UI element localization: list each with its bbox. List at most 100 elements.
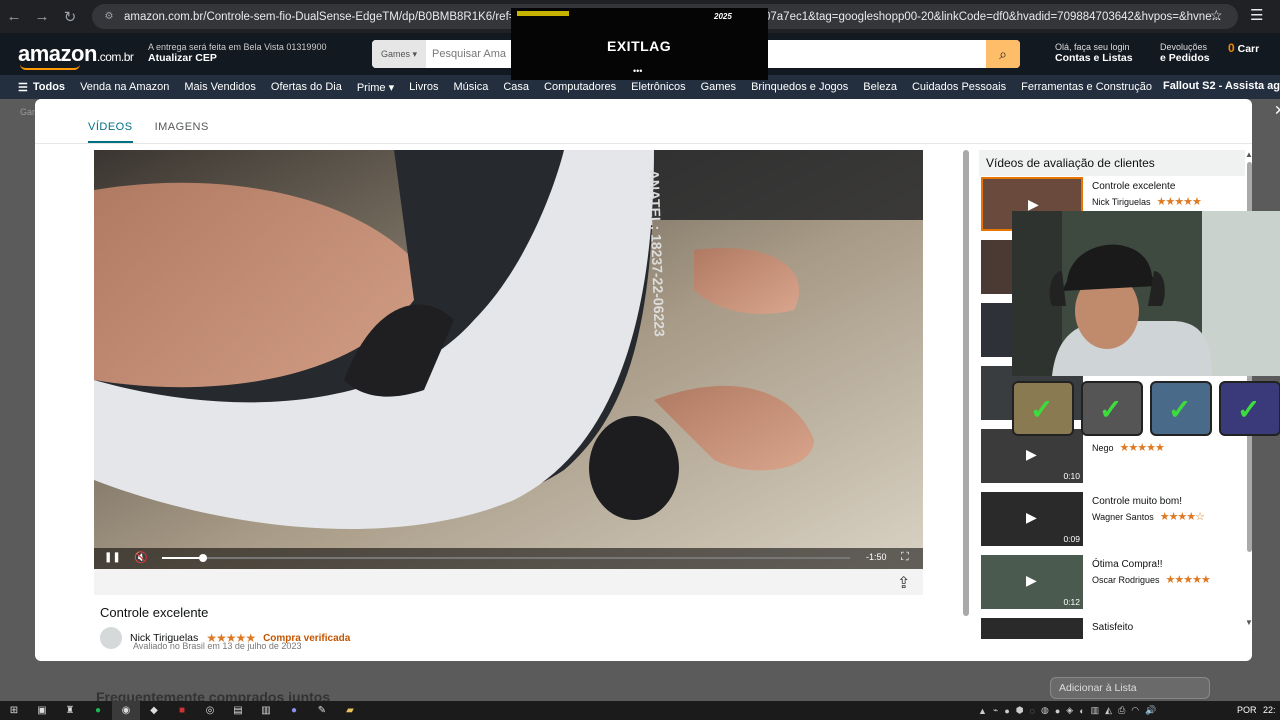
video-thumbnail[interactable]: ▶ 0:12 bbox=[981, 555, 1083, 609]
video-frame: ANATEL: 18237-22-06223 bbox=[94, 150, 923, 569]
nav-item[interactable]: Computadores bbox=[544, 81, 616, 93]
video-title[interactable]: Ótima Compra!! bbox=[1092, 559, 1163, 570]
tray-icon[interactable]: ⌁ bbox=[993, 705, 998, 716]
video-player[interactable]: ANATEL: 18237-22-06223 ❚❚ 🔇 -1:50 ⛶ bbox=[94, 150, 923, 569]
tray-icon[interactable]: ◌ bbox=[1030, 706, 1035, 716]
video-thumbnail[interactable]: ▶ 0:09 bbox=[981, 492, 1083, 546]
video-thumbnail[interactable] bbox=[981, 618, 1083, 639]
scroll-down-icon[interactable]: ▼ bbox=[1245, 618, 1252, 627]
video-list-item[interactable]: ▶ 0:09 Controle muito bom! Wagner Santos… bbox=[981, 492, 1243, 548]
video-thumbnail[interactable]: ▶ 0:10 bbox=[981, 429, 1083, 483]
fullscreen-icon[interactable]: ⛶ bbox=[901, 551, 909, 564]
chrome-icon[interactable]: ◉ bbox=[112, 701, 140, 720]
tray-icon[interactable]: ● bbox=[1055, 706, 1060, 716]
app-icon[interactable]: ✎ bbox=[308, 701, 336, 720]
video-stars: ★★★★★ bbox=[1165, 574, 1211, 586]
app-icon[interactable]: ▤ bbox=[224, 701, 252, 720]
video-list-item[interactable]: Satisfeito bbox=[981, 618, 1243, 639]
nav-item[interactable]: Cuidados Pessoais bbox=[912, 81, 1006, 93]
forward-icon[interactable]: → bbox=[28, 3, 56, 31]
video-duration: 0:10 bbox=[1063, 471, 1080, 481]
tray-icon[interactable]: ⎙ bbox=[1118, 705, 1125, 716]
progress-knob[interactable] bbox=[199, 554, 208, 562]
account-lists[interactable]: Olá, faça seu login Contas e Listas bbox=[1055, 42, 1133, 64]
folder-icon[interactable]: ▰ bbox=[336, 701, 364, 720]
folder-icon[interactable]: ▣ bbox=[28, 701, 56, 720]
player-scrollbar[interactable] bbox=[963, 150, 969, 616]
video-title[interactable]: Controle muito bom! bbox=[1092, 496, 1182, 507]
app-icon[interactable]: ◆ bbox=[140, 701, 168, 720]
video-list-item[interactable]: ▶ 0:12 Ótima Compra!! Oscar Rodrigues ★★… bbox=[981, 555, 1243, 611]
reading-list-icon[interactable]: ☰ bbox=[1250, 6, 1263, 24]
progress-bar[interactable] bbox=[162, 554, 850, 562]
tray-icon[interactable]: ● bbox=[1004, 706, 1009, 716]
nav-item[interactable]: Ferramentas e Construção bbox=[1021, 81, 1152, 93]
bookmark-star-icon[interactable]: ☆ bbox=[1210, 7, 1223, 24]
clock[interactable]: 22: bbox=[1263, 705, 1276, 715]
start-icon[interactable]: ⊞ bbox=[0, 701, 28, 720]
wifi-icon[interactable]: ◠ bbox=[1131, 705, 1139, 716]
media-modal: VÍDEOS IMAGENS ANATEL: 18237-22-06223 ❚❚… bbox=[35, 99, 1252, 661]
app-icon[interactable]: ♜ bbox=[56, 701, 84, 720]
video-title[interactable]: Satisfeito bbox=[1092, 622, 1133, 633]
tray-icon[interactable]: ⬢ bbox=[1016, 705, 1024, 716]
returns-orders[interactable]: Devoluções e Pedidos bbox=[1160, 42, 1210, 64]
nav-item[interactable]: Casa bbox=[503, 81, 529, 93]
sidebar-heading: Vídeos de avaliação de clientes bbox=[979, 150, 1245, 176]
checkmark-icon: ✓ bbox=[1237, 394, 1261, 425]
back-icon[interactable]: ← bbox=[0, 3, 28, 31]
tab-videos[interactable]: VÍDEOS bbox=[88, 99, 133, 143]
nav-all-menu[interactable]: ☰ Todos bbox=[18, 81, 65, 94]
app-icon[interactable]: ■ bbox=[168, 701, 196, 720]
volume-icon[interactable]: 🔊 bbox=[1145, 705, 1156, 716]
tray-icon[interactable]: ◭ bbox=[1105, 705, 1112, 716]
nav-item[interactable]: Ofertas do Dia bbox=[271, 81, 342, 93]
nav-item[interactable]: Beleza bbox=[863, 81, 897, 93]
nav-promo-link[interactable]: Fallout S2 - Assista ag bbox=[1163, 80, 1280, 92]
delivery-location[interactable]: A entrega será feita em Bela Vista 01319… bbox=[148, 42, 326, 64]
tray-icon[interactable]: ▲ bbox=[978, 706, 987, 716]
spotify-icon[interactable]: ● bbox=[84, 701, 112, 720]
discord-icon[interactable]: ● bbox=[280, 701, 308, 720]
delivery-line1: A entrega será feita em Bela Vista 01319… bbox=[148, 42, 327, 52]
nav-item[interactable]: Brinquedos e Jogos bbox=[751, 81, 848, 93]
pause-icon[interactable]: ❚❚ bbox=[104, 552, 121, 563]
add-to-list-button[interactable]: Adicionar à Lista bbox=[1050, 677, 1210, 699]
video-title[interactable]: Controle excelente bbox=[1092, 181, 1175, 192]
search-icon[interactable]: ⌕ bbox=[986, 40, 1020, 68]
reload-icon[interactable]: ↻ bbox=[56, 3, 84, 31]
app-icon[interactable]: ▥ bbox=[252, 701, 280, 720]
nav-item[interactable]: Venda na Amazon bbox=[80, 81, 169, 93]
scroll-up-icon[interactable]: ▲ bbox=[1245, 150, 1252, 159]
search-category-select[interactable]: Games ▾ bbox=[372, 40, 426, 68]
video-duration: 0:09 bbox=[1063, 534, 1080, 544]
site-info-icon[interactable]: ⚙ bbox=[102, 10, 116, 24]
share-icon[interactable]: ⇪ bbox=[897, 573, 910, 593]
exitlag-dots: ••• bbox=[633, 66, 643, 76]
app-icon[interactable]: ◎ bbox=[196, 701, 224, 720]
nav-item[interactable]: Mais Vendidos bbox=[184, 81, 256, 93]
nav-item[interactable]: Games bbox=[701, 81, 736, 93]
tray-icon[interactable]: ▥ bbox=[1091, 705, 1100, 716]
checkmark-icon: ✓ bbox=[1099, 394, 1123, 425]
tray-icon[interactable]: ◈ bbox=[1066, 705, 1073, 716]
nav-item-prime[interactable]: Prime ▾ bbox=[357, 81, 394, 94]
language-indicator[interactable]: POR bbox=[1237, 705, 1257, 715]
mute-icon[interactable]: 🔇 bbox=[134, 551, 148, 564]
time-remaining: -1:50 bbox=[866, 552, 887, 562]
close-icon[interactable]: ✕ bbox=[1274, 102, 1280, 119]
nav-all-label: Todos bbox=[32, 81, 66, 93]
video-list-item[interactable]: ▶ 0:10 Nego ★★★★★ bbox=[981, 429, 1243, 485]
tab-images[interactable]: IMAGENS bbox=[155, 99, 209, 143]
nav-item[interactable]: Eletrônicos bbox=[631, 81, 685, 93]
tray-icon[interactable]: ◍ bbox=[1041, 705, 1049, 716]
account-line2: Contas e Listas bbox=[1055, 52, 1133, 64]
video-stars: ★★★★☆ bbox=[1159, 511, 1205, 523]
returns-line2: e Pedidos bbox=[1160, 52, 1210, 64]
tray-icon[interactable]: ◐ bbox=[1079, 706, 1084, 716]
nav-item[interactable]: Livros bbox=[409, 81, 438, 93]
cart-button[interactable]: 0 Carr bbox=[1228, 41, 1259, 55]
windows-taskbar: ⊞ ▣ ♜ ● ◉ ◆ ■ ◎ ▤ ▥ ● ✎ ▰ ▲ ⌁ ● ⬢ ◌ ◍ ● … bbox=[0, 701, 1280, 720]
player-footer bbox=[94, 569, 923, 595]
nav-item[interactable]: Música bbox=[453, 81, 488, 93]
